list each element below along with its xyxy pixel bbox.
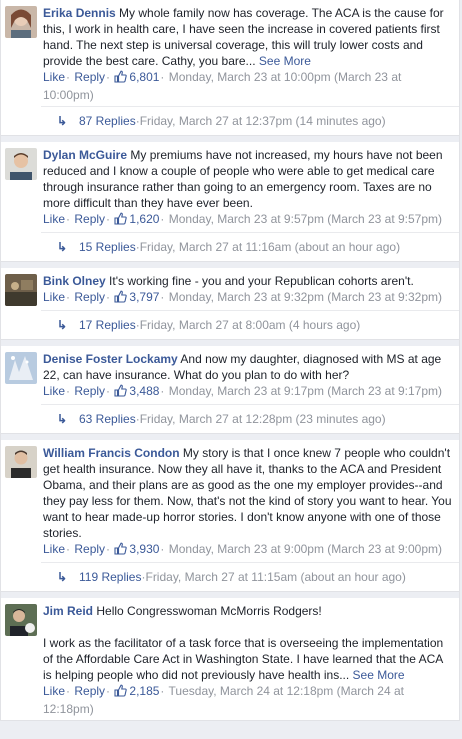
reply-arrow-icon: ↳ <box>57 114 68 128</box>
comment-text: It's working fine - you and your Republi… <box>109 274 414 288</box>
reply-link[interactable]: Reply <box>74 384 105 398</box>
replies-row[interactable]: ↳ 87 Replies·Friday, March 27 at 12:37pm … <box>41 106 459 135</box>
comment-timestamp[interactable]: Monday, March 23 at 9:17pm (March 23 at … <box>169 384 442 398</box>
separator: · <box>160 384 165 398</box>
separator: · <box>106 70 111 84</box>
separator: · <box>66 684 71 698</box>
replies-count-link[interactable]: 87 Replies <box>79 114 136 128</box>
see-more-link[interactable]: See More <box>259 54 311 68</box>
comment-author[interactable]: Bink Olney <box>43 274 106 288</box>
separator: · <box>106 212 111 226</box>
reply-arrow-icon: ↳ <box>57 570 68 584</box>
replies-count-link[interactable]: 63 Replies <box>79 412 136 426</box>
comment-timestamp[interactable]: Monday, March 23 at 9:00pm (March 23 at … <box>169 542 442 556</box>
separator: · <box>66 212 71 226</box>
separator: · <box>106 542 111 556</box>
like-link[interactable]: Like <box>43 542 65 556</box>
comment: Erika Dennis My whole family now has cov… <box>0 0 460 136</box>
like-count[interactable]: 6,801 <box>129 70 159 84</box>
comment-actions: Like· Reply· 3,797· Monday, March 23 at … <box>43 289 453 307</box>
comment: Bink Olney It's working fine - you and y… <box>0 268 460 340</box>
thumbs-up-icon <box>114 70 128 87</box>
separator: · <box>66 290 71 304</box>
avatar[interactable] <box>5 604 37 636</box>
like-link[interactable]: Like <box>43 684 65 698</box>
separator: · <box>160 212 165 226</box>
comment: Jim Reid Hello Congresswoman McMorris Ro… <box>0 598 460 721</box>
avatar[interactable] <box>5 6 37 38</box>
separator: · <box>66 542 71 556</box>
comment-actions: Like· Reply· 2,185· Tuesday, March 24 at… <box>43 683 453 717</box>
replies-count-link[interactable]: 15 Replies <box>79 240 136 254</box>
like-link[interactable]: Like <box>43 384 65 398</box>
replies-timestamp: Friday, March 27 at 11:16am (about an ho… <box>139 240 401 254</box>
like-count[interactable]: 2,185 <box>129 684 159 698</box>
separator: · <box>160 684 165 698</box>
avatar[interactable] <box>5 352 37 384</box>
thumbs-up-icon <box>114 212 128 229</box>
replies-timestamp: Friday, March 27 at 8:00am (4 hours ago) <box>139 318 361 332</box>
comment-timestamp[interactable]: Monday, March 23 at 9:32pm (March 23 at … <box>169 290 442 304</box>
thumbs-up-icon <box>114 290 128 307</box>
separator: · <box>106 290 111 304</box>
separator: · <box>66 384 71 398</box>
separator: · <box>66 70 71 84</box>
separator: · <box>106 684 111 698</box>
comment-author[interactable]: Jim Reid <box>43 604 93 618</box>
comment-author[interactable]: Dylan McGuire <box>43 148 127 162</box>
like-count[interactable]: 1,620 <box>129 212 159 226</box>
like-link[interactable]: Like <box>43 70 65 84</box>
reply-arrow-icon: ↳ <box>57 318 68 332</box>
reply-link[interactable]: Reply <box>74 70 105 84</box>
comment-timestamp[interactable]: Monday, March 23 at 9:57pm (March 23 at … <box>169 212 442 226</box>
comment: Denise Foster Lockamy And now my daughte… <box>0 346 460 434</box>
reply-arrow-icon: ↳ <box>57 240 68 254</box>
comment: Dylan McGuire My premiums have not incre… <box>0 142 460 262</box>
reply-link[interactable]: Reply <box>74 290 105 304</box>
replies-timestamp: Friday, March 27 at 12:37pm (14 minutes … <box>139 114 386 128</box>
avatar[interactable] <box>5 274 37 306</box>
replies-count-link[interactable]: 119 Replies <box>79 570 141 584</box>
replies-row[interactable]: ↳ 63 Replies·Friday, March 27 at 12:28pm … <box>41 404 459 433</box>
comment-author[interactable]: Denise Foster Lockamy <box>43 352 178 366</box>
comment-actions: Like· Reply· 1,620· Monday, March 23 at … <box>43 211 453 229</box>
like-link[interactable]: Like <box>43 212 65 226</box>
comment-feed: Erika Dennis My whole family now has cov… <box>0 0 460 721</box>
comment-actions: Like· Reply· 3,930· Monday, March 23 at … <box>43 541 453 559</box>
reply-link[interactable]: Reply <box>74 212 105 226</box>
thumbs-up-icon <box>114 542 128 559</box>
separator: · <box>160 542 165 556</box>
avatar[interactable] <box>5 446 37 478</box>
like-count[interactable]: 3,930 <box>129 542 159 556</box>
reply-link[interactable]: Reply <box>74 542 105 556</box>
reply-link[interactable]: Reply <box>74 684 105 698</box>
replies-timestamp: Friday, March 27 at 11:15am (about an ho… <box>145 570 406 584</box>
comment-text: Hello Congresswoman McMorris Rodgers! <box>96 604 322 618</box>
separator: · <box>160 70 165 84</box>
separator: · <box>106 384 111 398</box>
comment-author[interactable]: William Francis Condon <box>43 446 180 460</box>
avatar[interactable] <box>5 148 37 180</box>
thumbs-up-icon <box>114 384 128 401</box>
comment-actions: Like· Reply· 6,801· Monday, March 23 at … <box>43 69 453 103</box>
replies-row[interactable]: ↳ 15 Replies·Friday, March 27 at 11:16am … <box>41 232 459 261</box>
see-more-link[interactable]: See More <box>353 668 405 682</box>
comment-text: My story is that I once knew 7 people wh… <box>43 446 452 540</box>
like-count[interactable]: 3,797 <box>129 290 159 304</box>
replies-row[interactable]: ↳ 119 Replies·Friday, March 27 at 11:15am… <box>41 562 459 591</box>
comment: William Francis Condon My story is that … <box>0 440 460 592</box>
replies-row[interactable]: ↳ 17 Replies·Friday, March 27 at 8:00am (… <box>41 310 459 339</box>
reply-arrow-icon: ↳ <box>57 412 68 426</box>
replies-count-link[interactable]: 17 Replies <box>79 318 136 332</box>
comment-author[interactable]: Erika Dennis <box>43 6 116 20</box>
comment-actions: Like· Reply· 3,488· Monday, March 23 at … <box>43 383 453 401</box>
like-link[interactable]: Like <box>43 290 65 304</box>
replies-timestamp: Friday, March 27 at 12:28pm (23 minutes … <box>139 412 386 426</box>
separator: · <box>160 290 165 304</box>
thumbs-up-icon <box>114 684 128 701</box>
like-count[interactable]: 3,488 <box>129 384 159 398</box>
